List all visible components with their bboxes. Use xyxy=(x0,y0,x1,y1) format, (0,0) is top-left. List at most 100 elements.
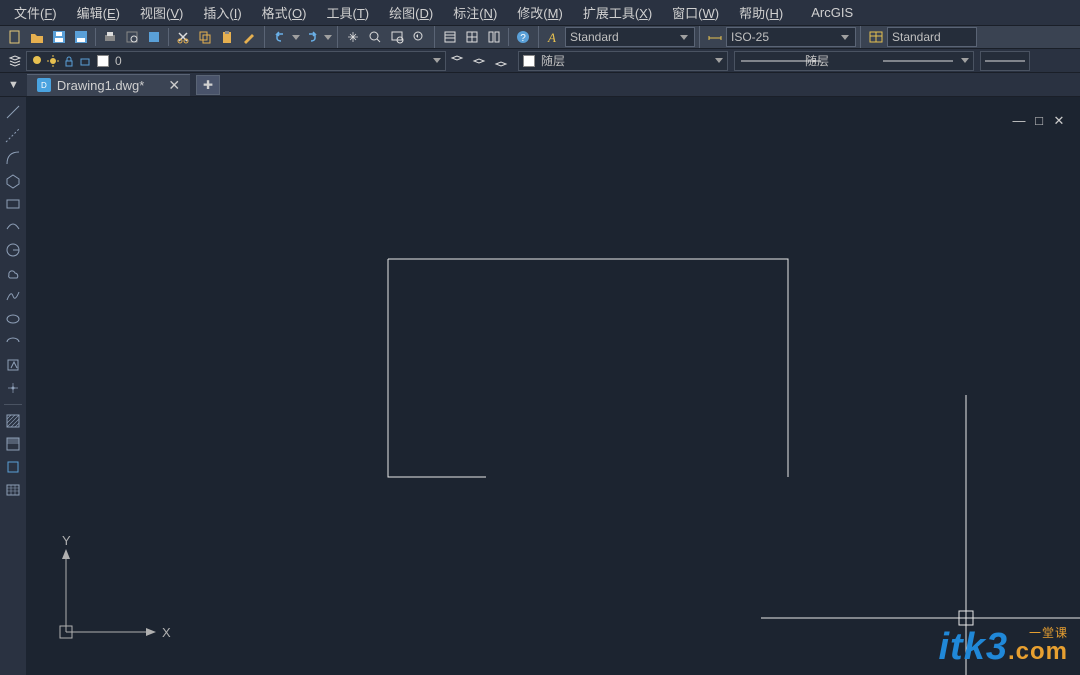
chevron-down-icon xyxy=(961,58,969,63)
menu-edit[interactable]: 编辑(E) xyxy=(67,1,130,24)
copy-icon[interactable] xyxy=(194,27,216,47)
main-area: — □ ✕ Y X 一堂课 itk3.com xyxy=(0,97,1080,675)
circle-icon[interactable] xyxy=(3,241,23,259)
document-tabs: ▼ D Drawing1.dwg* ✕ ✚ xyxy=(0,73,1080,97)
arc-icon[interactable] xyxy=(3,149,23,167)
menu-insert[interactable]: 插入(I) xyxy=(193,1,251,24)
region-icon[interactable] xyxy=(3,458,23,476)
svg-text:Y: Y xyxy=(62,533,71,548)
undo-dropdown-icon[interactable] xyxy=(291,27,301,47)
arc3pt-icon[interactable] xyxy=(3,218,23,236)
layer-state-icon[interactable] xyxy=(490,51,512,71)
zoom-window-icon[interactable] xyxy=(386,27,408,47)
lineweight-dropdown[interactable] xyxy=(980,51,1030,71)
sun-icon xyxy=(47,55,59,67)
dwg-file-icon: D xyxy=(37,78,51,92)
document-tab[interactable]: D Drawing1.dwg* ✕ xyxy=(27,74,190,96)
svg-text:A: A xyxy=(547,30,556,45)
table-style-icon[interactable] xyxy=(865,27,887,47)
redo-dropdown-icon[interactable] xyxy=(323,27,333,47)
publish-icon[interactable] xyxy=(143,27,165,47)
menu-draw[interactable]: 绘图(D) xyxy=(379,1,443,24)
undo-icon[interactable] xyxy=(269,27,291,47)
table-style-dropdown[interactable]: Standard xyxy=(887,27,977,47)
text-style-dropdown[interactable]: Standard xyxy=(565,27,695,47)
point-icon[interactable] xyxy=(3,379,23,397)
drawing-content xyxy=(26,97,1080,675)
print-icon[interactable] xyxy=(99,27,121,47)
menu-help[interactable]: 帮助(H) xyxy=(729,1,793,24)
color-dropdown[interactable]: 随层 xyxy=(518,51,728,71)
properties-icon[interactable] xyxy=(439,27,461,47)
layer-properties-icon[interactable] xyxy=(4,51,26,71)
menu-window[interactable]: 窗口(W) xyxy=(662,1,729,24)
menu-tools[interactable]: 工具(T) xyxy=(316,1,379,24)
menu-view[interactable]: 视图(V) xyxy=(130,1,193,24)
save-icon[interactable] xyxy=(48,27,70,47)
revision-cloud-icon[interactable] xyxy=(3,264,23,282)
color-label: 随层 xyxy=(541,52,565,69)
ellipse-icon[interactable] xyxy=(3,310,23,328)
menu-file[interactable]: 文件(F) xyxy=(4,1,67,24)
linetype-dropdown[interactable]: 随层 xyxy=(734,51,974,71)
design-center-icon[interactable] xyxy=(461,27,483,47)
zoom-realtime-icon[interactable] xyxy=(364,27,386,47)
text-style-icon[interactable]: A xyxy=(543,27,565,47)
saveas-icon[interactable] xyxy=(70,27,92,47)
chevron-down-icon xyxy=(433,58,441,63)
drawing-canvas[interactable]: — □ ✕ Y X 一堂课 itk3.com xyxy=(26,97,1080,675)
print-preview-icon[interactable] xyxy=(121,27,143,47)
tab-list-dropdown-icon[interactable]: ▼ xyxy=(8,79,19,91)
spline-icon[interactable] xyxy=(3,287,23,305)
rectangle-icon[interactable] xyxy=(3,195,23,213)
chevron-down-icon xyxy=(715,58,723,63)
tab-title: Drawing1.dwg* xyxy=(57,78,144,93)
hatch-icon[interactable] xyxy=(3,412,23,430)
open-file-icon[interactable] xyxy=(26,27,48,47)
tool-palette-icon[interactable] xyxy=(483,27,505,47)
chevron-down-icon xyxy=(680,35,688,40)
layer-iso-icon[interactable] xyxy=(446,51,468,71)
insert-block-icon[interactable] xyxy=(3,356,23,374)
paste-icon[interactable] xyxy=(216,27,238,47)
match-properties-icon[interactable] xyxy=(238,27,260,47)
help-icon[interactable]: ? xyxy=(512,27,534,47)
gradient-icon[interactable] xyxy=(3,435,23,453)
construction-line-icon[interactable] xyxy=(3,126,23,144)
chevron-down-icon xyxy=(841,35,849,40)
layer-toolbar: 0 随层 随层 xyxy=(0,49,1080,73)
tab-close-icon[interactable]: ✕ xyxy=(168,77,180,94)
dim-style-dropdown[interactable]: ISO-25 xyxy=(726,27,856,47)
polygon-icon[interactable] xyxy=(3,172,23,190)
ellipse-arc-icon[interactable] xyxy=(3,333,23,351)
redo-icon[interactable] xyxy=(301,27,323,47)
lock-icon xyxy=(63,55,75,67)
lightbulb-icon xyxy=(31,55,43,67)
zoom-previous-icon[interactable] xyxy=(408,27,430,47)
dim-style-icon[interactable] xyxy=(704,27,726,47)
layer-color-swatch xyxy=(97,55,109,67)
menu-extend[interactable]: 扩展工具(X) xyxy=(573,1,662,24)
dim-style-label: ISO-25 xyxy=(731,30,769,44)
cut-icon[interactable] xyxy=(172,27,194,47)
text-style-label: Standard xyxy=(570,30,619,44)
layer-dropdown[interactable]: 0 xyxy=(26,51,446,71)
layer-prev-icon[interactable] xyxy=(468,51,490,71)
menu-format[interactable]: 格式(O) xyxy=(252,1,317,24)
new-file-icon[interactable] xyxy=(4,27,26,47)
new-tab-button[interactable]: ✚ xyxy=(196,75,220,95)
watermark: 一堂课 itk3.com xyxy=(939,626,1069,669)
menu-modify[interactable]: 修改(M) xyxy=(507,1,573,24)
ucs-icon: Y X xyxy=(44,537,174,647)
table-icon[interactable] xyxy=(3,481,23,499)
table-style-label: Standard xyxy=(892,30,941,44)
svg-text:?: ? xyxy=(520,33,526,44)
line-icon[interactable] xyxy=(3,103,23,121)
menu-arcgis[interactable]: ArcGIS xyxy=(801,3,863,22)
lineweight-preview-icon xyxy=(985,55,1025,67)
menu-annotate[interactable]: 标注(N) xyxy=(443,1,507,24)
draw-toolbar xyxy=(0,97,26,675)
color-swatch xyxy=(523,55,535,67)
svg-text:X: X xyxy=(162,625,171,640)
pan-icon[interactable] xyxy=(342,27,364,47)
